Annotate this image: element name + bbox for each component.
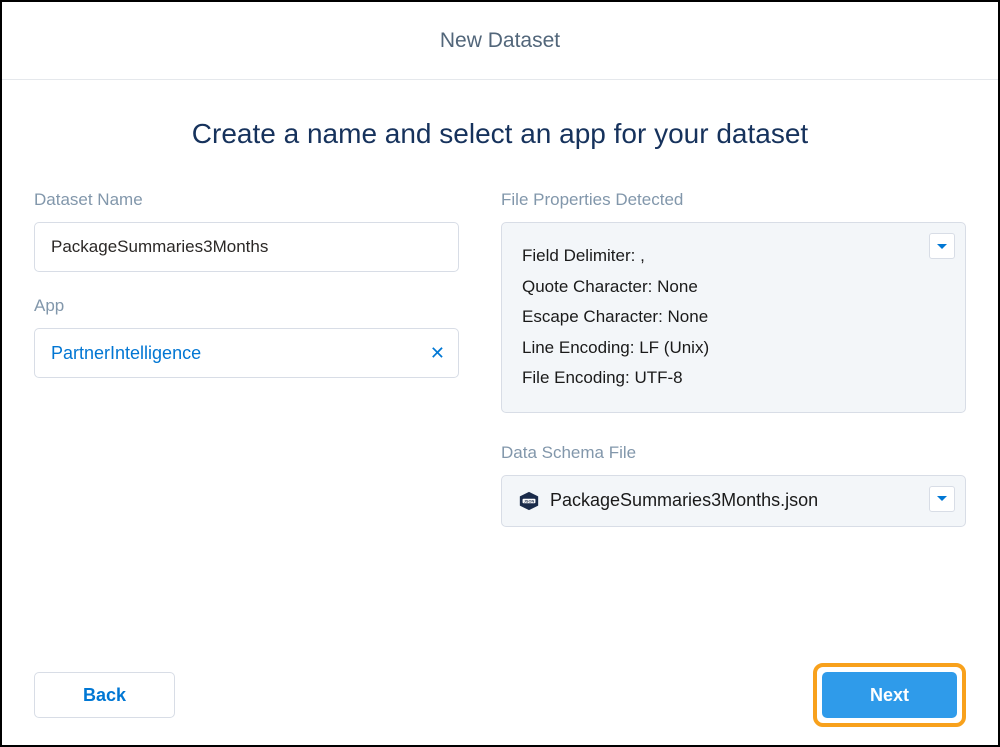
field-delimiter-value: , [640, 246, 645, 265]
schema-file-name: PackageSummaries3Months.json [550, 490, 818, 511]
escape-character-row: Escape Character: None [522, 302, 945, 333]
line-encoding-row: Line Encoding: LF (Unix) [522, 333, 945, 364]
line-encoding-value: LF (Unix) [639, 338, 709, 357]
page-heading: Create a name and select an app for your… [2, 80, 998, 190]
file-properties-panel: Field Delimiter: , Quote Character: None… [501, 222, 966, 413]
schema-label: Data Schema File [501, 443, 966, 463]
next-button[interactable]: Next [822, 672, 957, 718]
back-button[interactable]: Back [34, 672, 175, 718]
line-encoding-label: Line Encoding: [522, 338, 634, 357]
app-lookup[interactable]: ✕ [34, 328, 459, 378]
right-column: File Properties Detected Field Delimiter… [501, 190, 966, 527]
quote-character-value: None [657, 277, 698, 296]
escape-character-value: None [668, 307, 709, 326]
left-column: Dataset Name App ✕ [34, 190, 459, 527]
escape-character-label: Escape Character: [522, 307, 663, 326]
schema-file-toggle[interactable] [929, 486, 955, 512]
chevron-down-icon [937, 244, 947, 249]
field-delimiter-label: Field Delimiter: [522, 246, 635, 265]
file-encoding-value: UTF-8 [634, 368, 682, 387]
dataset-name-label: Dataset Name [34, 190, 459, 210]
schema-file-selector[interactable]: JSON PackageSummaries3Months.json [501, 475, 966, 527]
file-properties-toggle[interactable] [929, 233, 955, 259]
file-properties-label: File Properties Detected [501, 190, 966, 210]
file-encoding-row: File Encoding: UTF-8 [522, 363, 945, 394]
content-area: Dataset Name App ✕ File Properties Detec… [2, 190, 998, 527]
next-button-highlight: Next [813, 663, 966, 727]
quote-character-row: Quote Character: None [522, 272, 945, 303]
dialog-title: New Dataset [440, 29, 560, 53]
chevron-down-icon [937, 496, 947, 501]
dialog-footer: Back Next [2, 663, 998, 727]
dialog-header: New Dataset [2, 2, 998, 80]
dataset-name-field-group: Dataset Name [34, 190, 459, 272]
json-file-icon: JSON [518, 490, 540, 512]
quote-character-label: Quote Character: [522, 277, 652, 296]
app-label: App [34, 296, 459, 316]
svg-text:JSON: JSON [524, 500, 535, 504]
clear-icon[interactable]: ✕ [430, 344, 445, 362]
app-input[interactable] [34, 328, 459, 378]
field-delimiter-row: Field Delimiter: , [522, 241, 945, 272]
schema-section: Data Schema File JSON PackageSummaries3M… [501, 443, 966, 527]
app-field-group: App ✕ [34, 296, 459, 378]
dataset-name-input[interactable] [34, 222, 459, 272]
file-encoding-label: File Encoding: [522, 368, 630, 387]
